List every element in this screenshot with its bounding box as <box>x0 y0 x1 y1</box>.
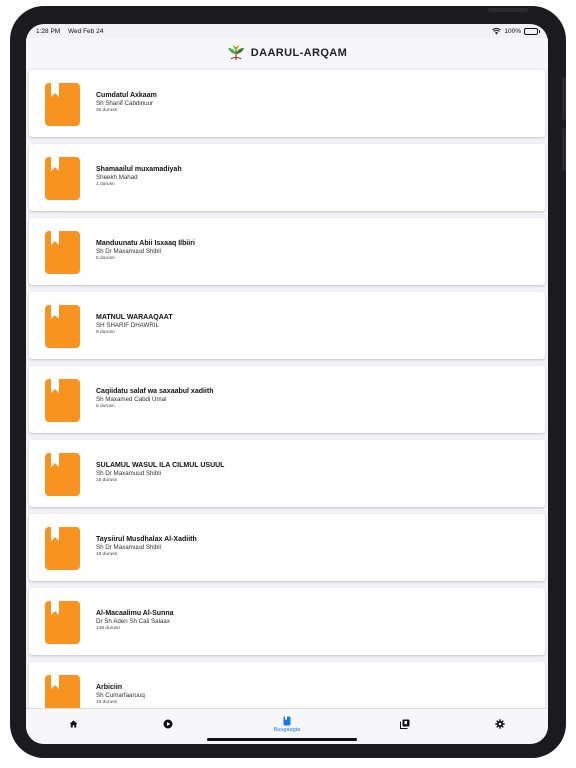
book-title: Taysiirul Musdhalax Al-Xadiith <box>96 536 197 543</box>
tab-books[interactable]: Buugaagta <box>257 709 317 739</box>
book-cover-icon <box>45 305 80 348</box>
lesson-count: 26 durusn <box>96 108 118 113</box>
book-cover-icon <box>45 157 80 200</box>
lesson-count: 5 durusn <box>96 256 115 261</box>
power-button <box>488 8 528 12</box>
book-author: Sh Dr Maxamuud Shibli <box>96 544 161 551</box>
lesson-count: 10 durusn <box>96 700 118 705</box>
book-author: Sh Cumarfaaruuq <box>96 692 145 699</box>
book-card[interactable]: Arbiciin Sh Cumarfaaruuq 10 durusn <box>29 662 545 708</box>
book-author: Dr Sh Aden Sh Cali Salaax <box>96 618 170 625</box>
status-time: 1:28 PM <box>36 27 61 35</box>
book-author: Sheekh Mahad <box>96 174 138 181</box>
book-author: Sh Shariif Cabdinuur <box>96 100 154 107</box>
home-icon <box>69 720 78 728</box>
book-card[interactable]: Al-Macaalimu Al-Sunna Dr Sh Aden Sh Cali… <box>29 588 545 655</box>
tab-library[interactable] <box>375 709 435 739</box>
book-card[interactable]: Cumdatul Axkaam Sh Shariif Cabdinuur 26 … <box>29 70 545 137</box>
status-left: 1:28 PM Wed Feb 24 <box>36 28 109 35</box>
tab-label-books: Buugaagta <box>273 726 301 733</box>
gear-icon <box>495 719 505 729</box>
app-title: DAARUL-ARQAM <box>250 47 348 59</box>
book-cover-icon <box>45 231 80 274</box>
lesson-count: 148 durusn <box>96 626 121 631</box>
status-bar: 1:28 PM Wed Feb 24 100% <box>26 24 548 38</box>
book-title: Cumdatul Axkaam <box>96 92 157 99</box>
book-card[interactable]: Caqiidatu salaf wa saxaabul xadiith Sh M… <box>29 366 545 433</box>
library-icon <box>400 719 410 729</box>
book-author: Sh Dr Maxamuud Shibli <box>96 248 161 255</box>
book-author: SH SHARIF DHAWRIL <box>96 322 160 329</box>
battery-percent: 100% <box>504 27 521 35</box>
book-title: Caqiidatu salaf wa saxaabul xadiith <box>96 388 214 395</box>
book-card[interactable]: SULAMUL WASUL ILA CILMUL USUUL Sh Dr Max… <box>29 440 545 507</box>
status-date: Wed Feb 24 <box>68 27 104 35</box>
status-right: 100% <box>492 27 540 35</box>
lesson-count: 18 durusn <box>96 552 118 557</box>
book-cover-icon <box>45 453 80 496</box>
volume-down-button <box>562 128 566 170</box>
book-title: SULAMUL WASUL ILA CILMUL USUUL <box>96 462 225 469</box>
screen: 1:28 PM Wed Feb 24 100% DAARUL-ARQAM Cum… <box>26 24 548 744</box>
book-card[interactable]: Taysiirul Musdhalax Al-Xadiith Sh Dr Max… <box>29 514 545 581</box>
wifi-icon <box>492 27 502 35</box>
book-cover-icon <box>45 527 80 570</box>
leaf-logo-icon <box>227 45 245 61</box>
book-title: Shamaailul muxamadiyah <box>96 166 182 173</box>
book-cover-icon <box>45 601 80 644</box>
lesson-count: 6 durusn <box>96 404 115 409</box>
nav-bar: DAARUL-ARQAM <box>26 38 548 68</box>
book-author: Sh Dr Maxamuud Shibli <box>96 470 161 477</box>
book-title: MATNUL WARAAQAAT <box>96 314 173 321</box>
book-cover-icon <box>45 83 80 126</box>
lesson-count: 16 durusn <box>96 478 118 483</box>
book-list[interactable]: Cumdatul Axkaam Sh Shariif Cabdinuur 26 … <box>26 68 548 708</box>
book-cover-icon <box>45 675 80 708</box>
volume-up-button <box>562 78 566 120</box>
tab-home[interactable] <box>43 709 103 739</box>
book-card[interactable]: Shamaailul muxamadiyah Sheekh Mahad 1 du… <box>29 144 545 211</box>
tab-settings[interactable] <box>470 709 530 739</box>
book-cover-icon <box>45 379 80 422</box>
battery-icon <box>524 27 540 35</box>
lesson-count: 9 durusn <box>96 330 115 335</box>
book-title: Arbiciin <box>96 684 123 691</box>
book-card[interactable]: MATNUL WARAAQAAT SH SHARIF DHAWRIL 9 dur… <box>29 292 545 359</box>
book-author: Sh Maxamed Cabdi Umal <box>96 396 167 403</box>
book-card[interactable]: Manduunatu Abii Isxaaq Ilbiiri Sh Dr Max… <box>29 218 545 285</box>
home-indicator[interactable] <box>207 738 357 741</box>
book-icon <box>283 716 291 726</box>
book-title: Al-Macaalimu Al-Sunna <box>96 610 174 617</box>
lesson-count: 1 durusn <box>96 182 115 187</box>
tab-play[interactable] <box>138 709 198 739</box>
book-title: Manduunatu Abii Isxaaq Ilbiiri <box>96 240 195 247</box>
play-icon <box>163 719 173 729</box>
